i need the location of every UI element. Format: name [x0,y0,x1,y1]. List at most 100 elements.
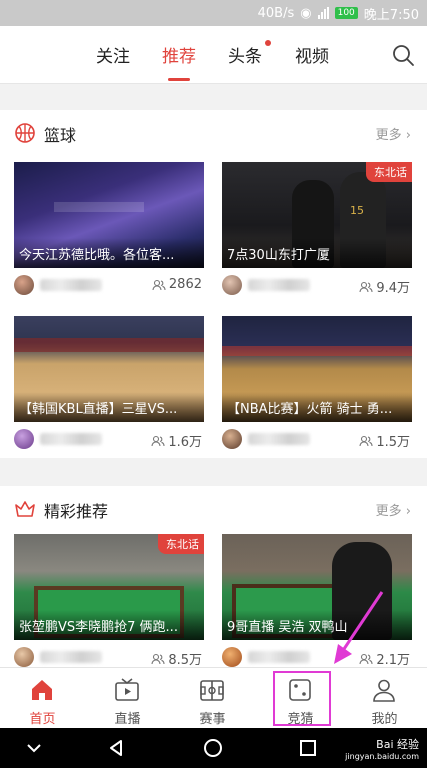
blurred-username [40,651,102,663]
video-meta: 9.4万 [222,274,412,296]
active-tab-indicator [168,78,190,81]
blurred-username [248,651,310,663]
blurred-username [40,433,102,445]
video-card[interactable]: 东北话 张堃鹏VS李晓鹏抢7 俩跑... 8.5万 [14,534,204,667]
viewers-icon [359,435,373,446]
basketball-icon [15,123,35,143]
tab-profile[interactable]: 我的 [342,668,427,729]
tab-label: 首页 [29,712,56,727]
dialect-badge: 东北话 [158,534,204,554]
view-count-value: 2862 [168,277,202,292]
highlight-annotation [273,671,331,726]
view-count-value: 1.5万 [376,435,410,450]
tab-video[interactable]: 视频 [295,42,329,67]
video-title: 【韩国KBL直播】三星VS... [19,402,178,417]
section-basketball: 篮球 更多 › 今天江苏德比哦。各位客... 2862 15 东北话 7点30山… [0,110,427,458]
video-title: 7点30山东打广厦 [227,248,330,263]
tab-recommend[interactable]: 推荐 [162,42,196,67]
viewer-count: 1.5万 [359,431,410,450]
avatar[interactable] [222,429,242,449]
search-icon[interactable] [391,43,415,67]
video-meta: 1.6万 [14,428,204,450]
avatar[interactable] [14,647,34,667]
home-icon [32,680,52,700]
section-title: 精彩推荐 [44,502,109,521]
chevron-right-icon: › [405,128,411,143]
tab-label: 赛事 [199,712,226,727]
video-thumbnail[interactable]: 【韩国KBL直播】三星VS... [14,316,204,422]
video-thumbnail[interactable]: 15 东北话 7点30山东打广厦 [222,162,412,268]
annotation-arrow-icon [334,591,384,664]
video-thumbnail[interactable]: 今天江苏德比哦。各位客... [14,162,204,268]
back-icon[interactable] [106,738,126,758]
view-count-value: 9.4万 [376,281,410,296]
court-stands [14,338,204,352]
more-label: 更多 [375,504,402,519]
scoreboard-icon [200,680,224,701]
tv-icon [115,678,139,701]
video-thumbnail[interactable]: 【NBA比赛】火箭 骑士 勇... [222,316,412,422]
blurred-username [248,279,310,291]
chevron-down-icon[interactable] [24,738,44,758]
video-card[interactable]: 今天江苏德比哦。各位客... 2862 [14,162,204,298]
viewers-icon [151,653,165,664]
video-title: 【NBA比赛】火箭 骑士 勇... [227,402,393,417]
court-stands [222,346,412,356]
tab-follow[interactable]: 关注 [96,42,130,67]
section-title: 篮球 [44,126,77,145]
viewer-count: 1.6万 [151,431,202,450]
watermark: Bai 经验 jingyan.baidu.com [345,739,419,763]
tab-home[interactable]: 首页 [0,668,85,729]
bottom-tab-bar: 首页 直播 赛事 竞猜 我的 [0,667,427,728]
crown-icon [15,501,35,517]
recents-icon[interactable] [298,738,318,758]
avatar[interactable] [14,275,34,295]
network-speed: 40B/s [257,5,295,21]
blurred-username [40,279,102,291]
video-card[interactable]: 【NBA比赛】火箭 骑士 勇... 1.5万 [222,316,412,452]
viewers-icon [151,435,165,446]
viewer-count: 8.5万 [151,649,202,667]
clock: 晚上7:50 [363,7,419,23]
video-title: 今天江苏德比哦。各位客... [19,248,175,263]
top-nav: 关注 推荐 头条 视频 [0,26,427,84]
viewers-icon [152,279,166,290]
user-icon [373,679,395,702]
avatar[interactable] [14,429,34,449]
tab-label: 直播 [114,712,141,727]
avatar[interactable] [222,647,242,667]
viewers-icon [359,281,373,292]
status-bar: 40B/s ◉ 100 晚上7:50 [0,0,427,26]
section-header: 精彩推荐 更多 › [0,486,427,530]
more-link[interactable]: 更多 › [376,500,411,519]
video-meta: 2862 [14,274,204,296]
eye-icon: ◉ [300,5,312,21]
video-card[interactable]: 15 东北话 7点30山东打广厦 9.4万 [222,162,412,298]
watermark-url: jingyan.baidu.com [345,752,419,761]
signal-icon [317,7,329,19]
section-header: 篮球 更多 › [0,110,427,154]
blurred-username [248,433,310,445]
dialect-badge: 东北话 [366,162,412,182]
video-thumbnail[interactable]: 东北话 张堃鹏VS李晓鹏抢7 俩跑... [14,534,204,640]
home-circle-icon[interactable] [203,738,223,758]
video-title: 张堃鹏VS李晓鹏抢7 俩跑... [19,620,178,635]
jersey-number: 15 [350,204,364,217]
viewer-count: 2862 [152,277,202,292]
tab-events[interactable]: 赛事 [170,668,255,729]
more-link[interactable]: 更多 › [376,124,411,143]
video-card[interactable]: 【韩国KBL直播】三星VS... 1.6万 [14,316,204,452]
chevron-right-icon: › [405,504,411,519]
battery-icon: 100 [334,7,358,19]
viewer-count: 9.4万 [359,277,410,296]
view-count-value: 1.6万 [168,435,202,450]
notification-dot [265,40,271,46]
tab-headlines[interactable]: 头条 [228,42,262,67]
more-label: 更多 [375,128,402,143]
scoreboard-graphic [54,202,144,212]
watermark-brand: Bai 经验 [376,738,419,751]
tab-live[interactable]: 直播 [85,668,170,729]
video-meta: 8.5万 [14,646,204,667]
video-meta: 1.5万 [222,428,412,450]
avatar[interactable] [222,275,242,295]
